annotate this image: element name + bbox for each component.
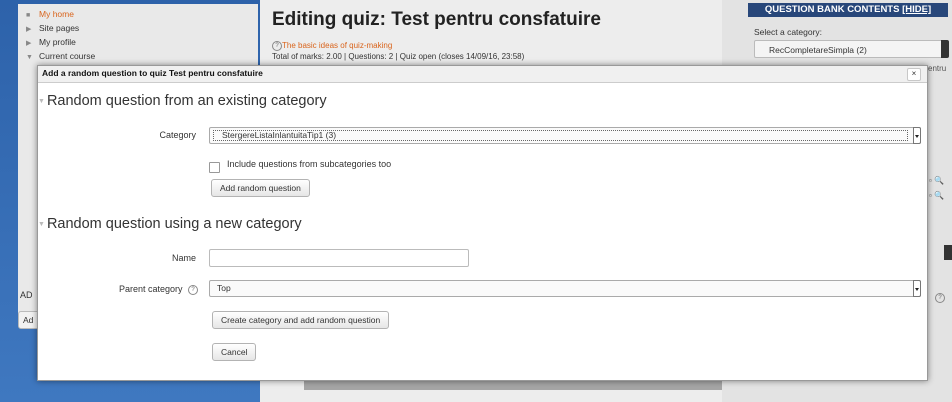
include-subcategories-label: Include questions from subcategories too: [227, 159, 392, 169]
dropdown-arrow-icon: [941, 40, 949, 58]
expand-arrow-icon: ▶: [26, 26, 32, 33]
nav-item-label: My profile: [39, 37, 76, 47]
parent-category-value: Top: [217, 283, 231, 293]
cancel-button[interactable]: Cancel: [212, 343, 257, 361]
dialog-title: Add a random question to quiz Test pentr…: [42, 68, 263, 78]
truncated-text-fragment: entru: [928, 64, 947, 73]
create-category-button[interactable]: Create category and add random question: [212, 311, 390, 329]
question-bank-category-select[interactable]: RecCompletareSimpla (2): [754, 40, 949, 58]
help-icon[interactable]: ?: [935, 293, 945, 303]
basic-ideas-label: The basic ideas of quiz-making: [282, 41, 393, 51]
nav-item-label: Site pages: [39, 23, 80, 33]
select-category-label: Select a category:: [754, 27, 823, 37]
help-icon[interactable]: ?: [188, 284, 198, 295]
bullet-icon: ■: [26, 12, 31, 19]
category-label: Category: [159, 130, 196, 140]
nav-item-label: Current course: [39, 51, 96, 61]
nav-item-site-pages[interactable]: ▶ Site pages: [26, 22, 258, 36]
existing-category-legend[interactable]: ▼ Random question from an existing catego…: [38, 93, 327, 109]
question-bank-header: QUESTION BANK CONTENTS [HIDE]: [748, 3, 948, 17]
nav-item-current-course[interactable]: ▼ Current course: [26, 50, 258, 64]
help-icon: ?: [272, 41, 282, 51]
hide-question-bank-link[interactable]: [HIDE]: [902, 4, 931, 15]
new-category-legend[interactable]: ▼ Random question using a new category: [38, 216, 302, 232]
collapse-arrow-icon: ▼: [38, 97, 45, 105]
collapse-arrow-icon: ▼: [38, 220, 45, 228]
chevron-down-icon: [913, 127, 921, 144]
name-label: Name: [171, 253, 196, 263]
existing-category-legend-text: Random question from an existing categor…: [46, 93, 327, 109]
collapse-arrow-icon: ▼: [26, 54, 33, 61]
close-icon[interactable]: ×: [907, 68, 921, 81]
admin-block-title-fragment: AD: [20, 290, 33, 300]
category-select[interactable]: StergereListaInlantuitaTip1 (3): [209, 127, 921, 144]
chevron-down-icon: [913, 280, 921, 297]
category-select-value: StergereListaInlantuitaTip1 (3): [222, 130, 337, 140]
dialog-titlebar: Add a random question to quiz Test pentr…: [38, 66, 927, 83]
magnify-icon[interactable]: ▫ 🔍: [929, 176, 944, 185]
nav-item-label: My home: [39, 9, 74, 19]
name-field[interactable]: [209, 249, 469, 267]
magnify-icon[interactable]: ▫ 🔍: [929, 191, 944, 200]
question-bank-title: QUESTION BANK CONTENTS: [764, 4, 900, 15]
expand-arrow-icon: ▶: [26, 40, 32, 47]
include-subcategories-checkbox[interactable]: [209, 162, 220, 173]
add-random-question-button[interactable]: Add random question: [211, 179, 310, 197]
nav-item-my-profile[interactable]: ▶ My profile: [26, 36, 258, 50]
quiz-marks-info: Total of marks: 2.00 | Questions: 2 | Qu…: [272, 52, 525, 61]
question-bank-category-value: RecCompletareSimpla (2): [769, 45, 867, 55]
nav-item-my-home[interactable]: ■ My home: [26, 8, 258, 22]
basic-ideas-link[interactable]: ? The basic ideas of quiz-making: [272, 41, 392, 51]
page-title: Editing quiz: Test pentru consfatuire: [272, 9, 601, 30]
parent-category-select[interactable]: Top: [209, 280, 921, 297]
new-category-legend-text: Random question using a new category: [46, 216, 302, 232]
parent-category-label-group: Parent category ?: [98, 284, 198, 295]
parent-category-label: Parent category: [118, 284, 183, 294]
add-random-question-dialog: Add a random question to quiz Test pentr…: [37, 65, 928, 381]
dropdown-arrow-icon[interactable]: [944, 245, 952, 260]
